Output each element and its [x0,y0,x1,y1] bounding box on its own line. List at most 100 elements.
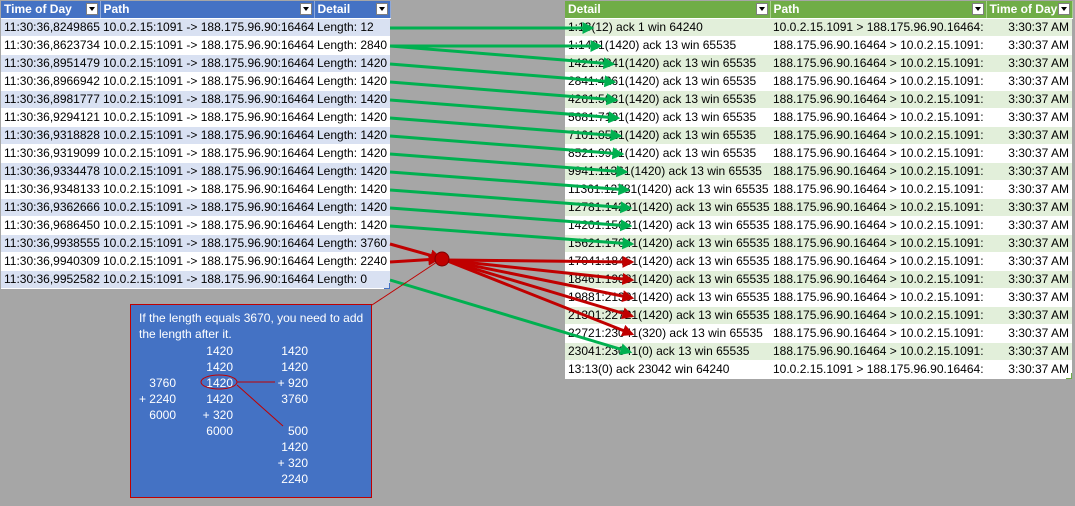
table-cell[interactable]: 19881:21301(1420) ack 13 win 65535 [565,288,770,307]
table-cell[interactable]: 188.175.96.90.16464 > 10.0.2.15.1091: [770,126,986,145]
table-cell[interactable]: 1421:2841(1420) ack 13 win 65535 [565,54,770,73]
table-cell[interactable]: 3:30:37 AM [986,270,1072,289]
table-cell[interactable]: Length: 1420 [314,216,390,235]
table-cell[interactable]: 10.0.2.15:1091 -> 188.175.96.90:16464 [100,270,314,289]
table-cell[interactable]: 10.0.2.15:1091 -> 188.175.96.90:16464 [100,162,314,181]
table-cell[interactable]: 10.0.2.15.1091 > 188.175.96.90.16464: [770,360,986,379]
table-cell[interactable]: Length: 1420 [314,54,390,73]
table-cell[interactable]: 1:1421(1420) ack 13 win 65535 [565,36,770,55]
table-cell[interactable]: 10.0.2.15:1091 -> 188.175.96.90:16464 [100,252,314,271]
table-cell[interactable]: 3:30:37 AM [986,252,1072,271]
right-header-time[interactable]: Time of Day [986,1,1073,19]
table-cell[interactable]: 10.0.2.15:1091 -> 188.175.96.90:16464 [100,108,314,127]
table-cell[interactable]: 10.0.2.15:1091 -> 188.175.96.90:16464 [100,198,314,217]
filter-dropdown-icon[interactable] [85,3,98,15]
table-cell[interactable]: 3:30:37 AM [986,36,1072,55]
left-header-time[interactable]: Time of Day [1,1,101,19]
table-cell[interactable]: Length: 1420 [314,108,390,127]
table-cell[interactable]: 11:30:36,8623734 [1,36,100,55]
table-cell[interactable]: Length: 1420 [314,180,390,199]
table-cell[interactable]: 10.0.2.15:1091 -> 188.175.96.90:16464 [100,54,314,73]
filter-dropdown-icon[interactable] [299,3,312,15]
table-cell[interactable]: 188.175.96.90.16464 > 10.0.2.15.1091: [770,90,986,109]
table-cell[interactable]: 8521:9941(1420) ack 13 win 65535 [565,144,770,163]
table-cell[interactable]: 188.175.96.90.16464 > 10.0.2.15.1091: [770,108,986,127]
table-cell[interactable]: 188.175.96.90.16464 > 10.0.2.15.1091: [770,324,986,343]
table-cell[interactable]: Length: 1420 [314,144,390,163]
table-cell[interactable]: 10.0.2.15:1091 -> 188.175.96.90:16464 [100,216,314,235]
table-cell[interactable]: 11:30:36,9319099 [1,144,100,163]
table-resize-handle[interactable] [384,283,390,289]
table-cell[interactable]: 17041:18461(1420) ack 13 win 65535 [565,252,770,271]
table-cell[interactable]: 11:30:36,9940309 [1,252,100,271]
table-cell[interactable]: Length: 1420 [314,162,390,181]
table-cell[interactable]: 23041:23041(0) ack 13 win 65535 [565,342,770,361]
table-cell[interactable]: 3:30:37 AM [986,144,1072,163]
table-cell[interactable]: Length: 1420 [314,126,390,145]
table-cell[interactable]: 10.0.2.15:1091 -> 188.175.96.90:16464 [100,144,314,163]
filter-dropdown-icon[interactable] [375,3,388,15]
table-cell[interactable]: 18461:19881(1420) ack 13 win 65535 [565,270,770,289]
right-header-detail[interactable]: Detail [565,1,771,19]
table-cell[interactable]: 10.0.2.15:1091 -> 188.175.96.90:16464 [100,90,314,109]
left-header-detail[interactable]: Detail [314,1,391,19]
table-cell[interactable]: Length: 3760 [314,234,390,253]
filter-dropdown-icon[interactable] [755,3,768,15]
table-cell[interactable]: 3:30:37 AM [986,342,1072,361]
filter-dropdown-icon[interactable] [971,3,984,15]
left-header-path[interactable]: Path [100,1,315,19]
table-cell[interactable]: 11:30:36,8249865 [1,18,100,37]
table-cell[interactable]: 188.175.96.90.16464 > 10.0.2.15.1091: [770,198,986,217]
table-cell[interactable]: 188.175.96.90.16464 > 10.0.2.15.1091: [770,54,986,73]
table-cell[interactable]: 10.0.2.15:1091 -> 188.175.96.90:16464 [100,72,314,91]
table-cell[interactable]: 188.175.96.90.16464 > 10.0.2.15.1091: [770,216,986,235]
table-cell[interactable]: 188.175.96.90.16464 > 10.0.2.15.1091: [770,252,986,271]
table-cell[interactable]: 188.175.96.90.16464 > 10.0.2.15.1091: [770,180,986,199]
table-cell[interactable]: 5681:7101(1420) ack 13 win 65535 [565,108,770,127]
table-cell[interactable]: 4261:5681(1420) ack 13 win 65535 [565,90,770,109]
table-cell[interactable]: 3:30:37 AM [986,180,1072,199]
table-cell[interactable]: 188.175.96.90.16464 > 10.0.2.15.1091: [770,234,986,253]
table-cell[interactable]: Length: 2240 [314,252,390,271]
table-cell[interactable]: 188.175.96.90.16464 > 10.0.2.15.1091: [770,144,986,163]
table-cell[interactable]: 10.0.2.15:1091 -> 188.175.96.90:16464 [100,18,314,37]
table-cell[interactable]: 3:30:37 AM [986,72,1072,91]
table-cell[interactable]: 11:30:36,9952582 [1,270,100,289]
table-cell[interactable]: 11:30:36,9938555 [1,234,100,253]
table-cell[interactable]: 22721:23041(320) ack 13 win 65535 [565,324,770,343]
table-cell[interactable]: 3:30:37 AM [986,108,1072,127]
table-cell[interactable]: 13:13(0) ack 23042 win 64240 [565,360,770,379]
table-cell[interactable]: 3:30:37 AM [986,198,1072,217]
table-cell[interactable]: 11:30:36,9318828 [1,126,100,145]
table-cell[interactable]: 3:30:37 AM [986,126,1072,145]
table-cell[interactable]: 21301:22721(1420) ack 13 win 65535 [565,306,770,325]
table-cell[interactable]: 11:30:36,8951479 [1,54,100,73]
table-cell[interactable]: 7101:8521(1420) ack 13 win 65535 [565,126,770,145]
table-cell[interactable]: 188.175.96.90.16464 > 10.0.2.15.1091: [770,270,986,289]
table-cell[interactable]: 188.175.96.90.16464 > 10.0.2.15.1091: [770,162,986,181]
table-cell[interactable]: 12781:14201(1420) ack 13 win 65535 [565,198,770,217]
table-cell[interactable]: 3:30:37 AM [986,360,1072,379]
table-cell[interactable]: 188.175.96.90.16464 > 10.0.2.15.1091: [770,288,986,307]
right-header-path[interactable]: Path [770,1,987,19]
table-cell[interactable]: 3:30:37 AM [986,90,1072,109]
table-cell[interactable]: 11:30:36,9334478 [1,162,100,181]
table-cell[interactable]: 10.0.2.15:1091 -> 188.175.96.90:16464 [100,180,314,199]
table-cell[interactable]: 188.175.96.90.16464 > 10.0.2.15.1091: [770,36,986,55]
table-resize-handle[interactable] [1066,373,1072,379]
table-cell[interactable]: 10.0.2.15.1091 > 188.175.96.90.16464: [770,18,986,37]
table-cell[interactable]: 10.0.2.15:1091 -> 188.175.96.90:16464 [100,36,314,55]
table-cell[interactable]: 10.0.2.15:1091 -> 188.175.96.90:16464 [100,126,314,145]
table-cell[interactable]: 11:30:36,9348133 [1,180,100,199]
table-cell[interactable]: 11:30:36,9362666 [1,198,100,217]
table-cell[interactable]: 10.0.2.15:1091 -> 188.175.96.90:16464 [100,234,314,253]
table-cell[interactable]: 3:30:37 AM [986,216,1072,235]
table-cell[interactable]: 188.175.96.90.16464 > 10.0.2.15.1091: [770,72,986,91]
table-cell[interactable]: Length: 1420 [314,198,390,217]
table-cell[interactable]: 3:30:37 AM [986,306,1072,325]
table-cell[interactable]: 188.175.96.90.16464 > 10.0.2.15.1091: [770,342,986,361]
table-cell[interactable]: 11:30:36,9294121 [1,108,100,127]
table-cell[interactable]: 3:30:37 AM [986,234,1072,253]
table-cell[interactable]: 15621:17041(1420) ack 13 win 65535 [565,234,770,253]
table-cell[interactable]: 11361:12781(1420) ack 13 win 65535 [565,180,770,199]
